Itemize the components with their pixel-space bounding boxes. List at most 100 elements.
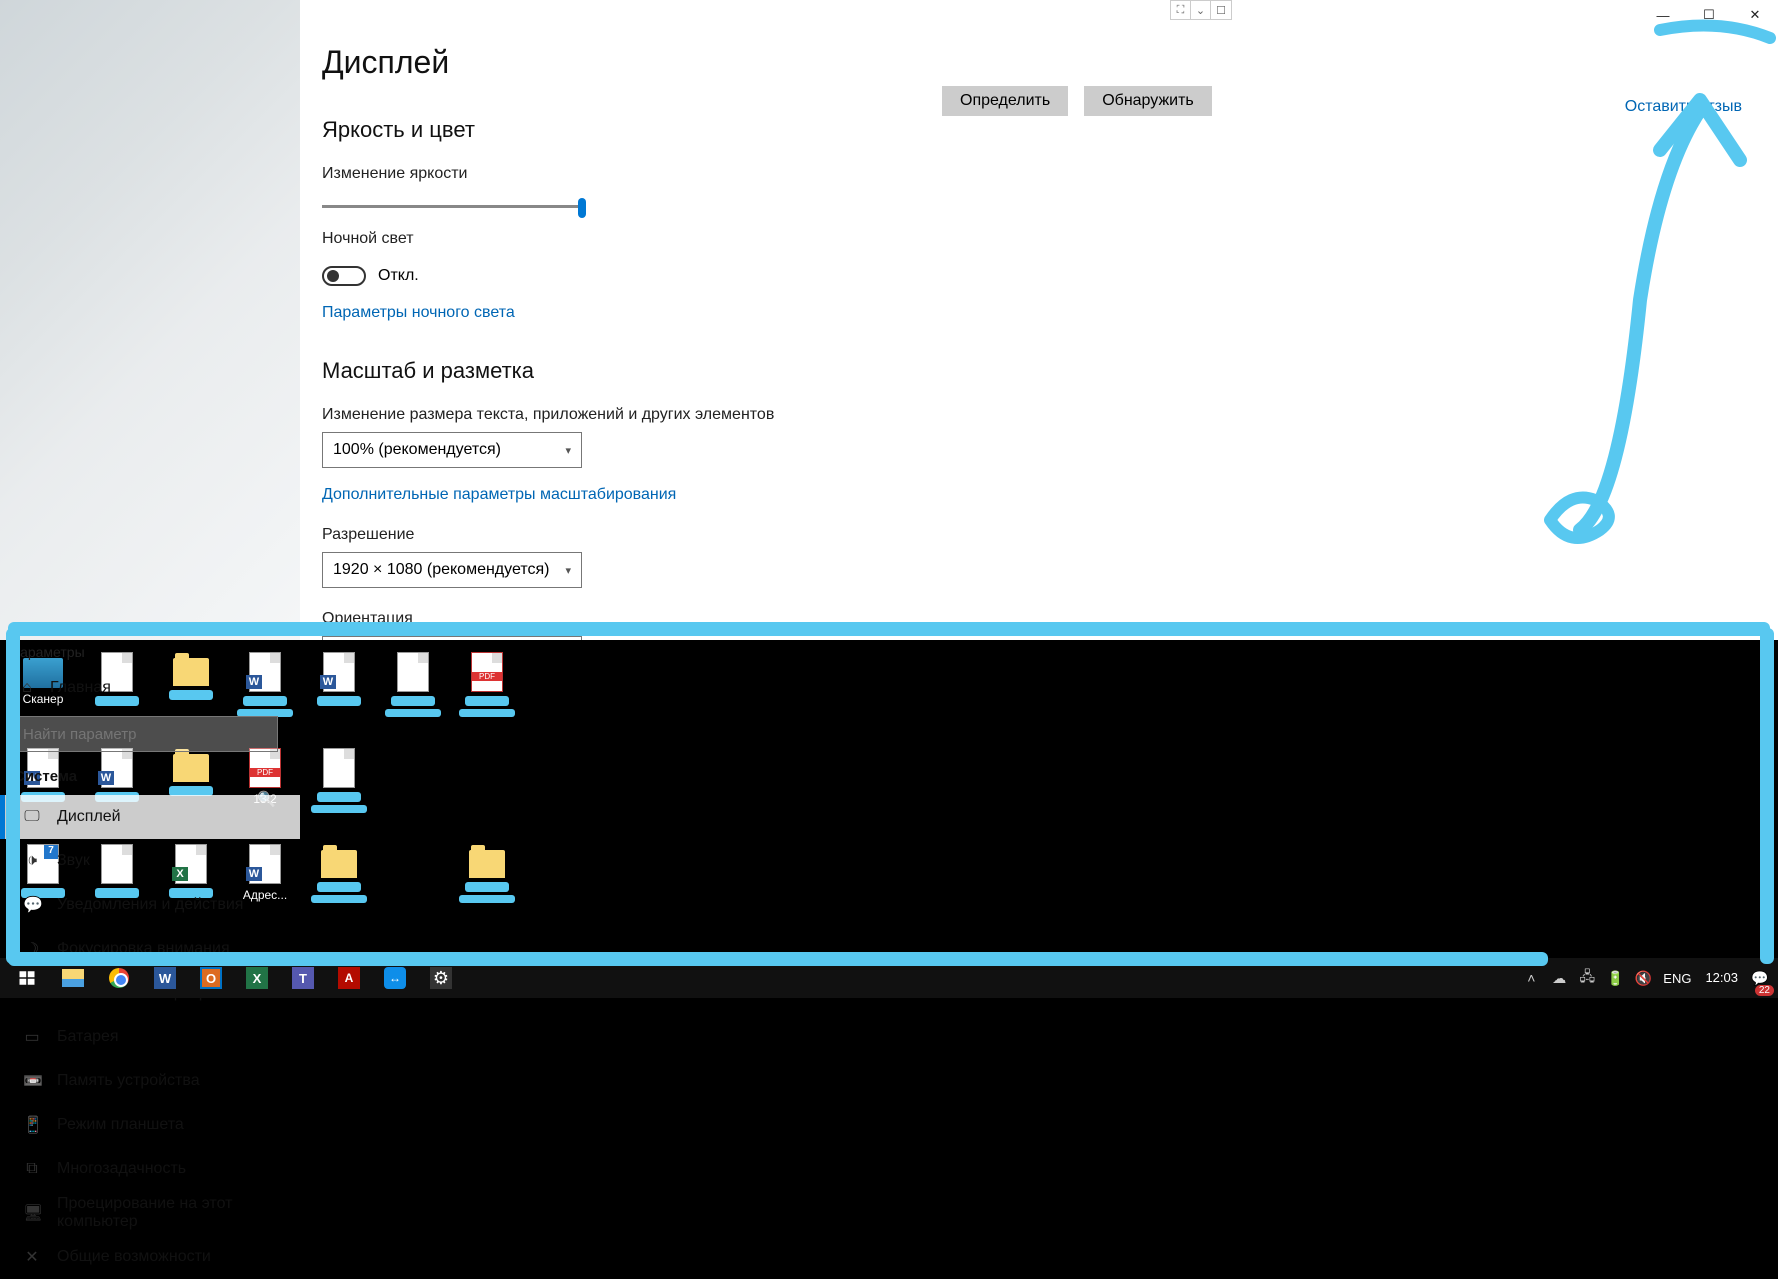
taskbar-explorer[interactable] [50,958,96,998]
word-doc-icon [323,652,355,692]
taskbar-acrobat[interactable]: A [326,958,372,998]
section-scale-heading: Масштаб и разметка [322,358,1778,384]
sidebar-item-notifications[interactable]: 💬 Уведомления и действия [0,883,300,927]
monitor-icon: 🖵 [23,808,41,826]
identify-button[interactable]: Определить [942,86,1068,116]
sidebar-item-shared[interactable]: ✕ Общие возможности [0,1235,300,1279]
tray-network-icon[interactable]: 🖧 [1573,958,1601,998]
sidebar-item-label: Режим планшета [57,1116,184,1134]
acrobat-icon: A [338,967,360,989]
window-title: Параметры [0,640,300,666]
sidebar-item-sound[interactable]: 🕩 Звук [0,839,300,883]
search-wrap: 🔍 [0,710,300,764]
detect-button[interactable]: Обнаружить [1084,86,1212,116]
tray-battery-icon[interactable]: 🔋 [1601,958,1629,998]
taskbar-teamviewer[interactable]: ↔ [372,958,418,998]
nightlight-toggle-row: Откл. [322,266,1778,286]
excel-icon: X [246,967,268,989]
tray-volume-icon[interactable]: 🔇 [1629,958,1657,998]
chat-icon: 💬 [23,895,41,915]
document-icon [323,748,355,788]
snap-cell[interactable]: ☐ [1211,1,1231,19]
sidebar-item-label: Уведомления и действия [57,896,243,914]
advanced-scaling-link[interactable]: Дополнительные параметры масштабирования [322,486,676,504]
sidebar-item-label: Память устройства [57,1072,200,1090]
desktop-icon-folder[interactable] [306,844,372,938]
battery-icon: ▭ [23,1027,41,1047]
sidebar-item-label: Батарея [57,1028,119,1046]
chrome-icon [109,968,129,988]
nightlight-label: Ночной свет [322,230,1778,248]
maximize-button[interactable]: ☐ [1686,0,1732,30]
taskbar-outlook[interactable]: O [188,958,234,998]
sidebar-item-label: Многозадачность [57,1160,186,1178]
minimize-button[interactable]: — [1640,0,1686,30]
main-content: ⛶ ⌄ ☐ — ☐ ✕ Дисплей Определить Обнаружит… [300,0,1778,640]
word-icon: W [154,967,176,989]
project-icon: 🖥 [23,1203,41,1223]
nightlight-settings-link[interactable]: Параметры ночного света [322,304,515,322]
taskbar: W O X T A ↔ ⚙ ˄ ☁ 🖧 🔋 🔇 ENG 12:03 💬 22 [0,958,1778,998]
file-explorer-icon [62,969,84,987]
toggle-knob [327,270,339,282]
tray-clock[interactable]: 12:03 [1697,971,1746,985]
taskbar-chrome[interactable] [96,958,142,998]
redacted-label [459,895,515,903]
tray-chevron[interactable]: ˄ [1517,958,1545,998]
sidebar-home-label: Главная [50,679,111,697]
folder-icon [469,850,505,878]
snap-cell[interactable]: ⛶ [1171,1,1191,19]
desktop-icon-folder[interactable] [454,844,520,938]
redacted-label [311,895,367,903]
desktop-icon-word[interactable] [306,652,372,746]
multitask-icon: ⧉ [23,1160,41,1178]
outlook-icon: O [200,967,222,989]
brightness-slider[interactable] [322,205,582,208]
sidebar-home[interactable]: ⌂ Главная [0,666,300,710]
redacted-label [385,709,441,717]
desktop-icon-pdf[interactable] [454,652,520,746]
brightness-label: Изменение яркости [322,165,1778,183]
taskbar-excel[interactable]: X [234,958,280,998]
sidebar-item-label: Звук [57,852,90,870]
redacted-label [465,882,509,892]
sidebar-item-multitask[interactable]: ⧉ Многозадачность [0,1147,300,1191]
speaker-icon: 🕩 [23,852,41,870]
tray-onedrive-icon[interactable]: ☁ [1545,958,1573,998]
sidebar-item-tablet[interactable]: 📱 Режим планшета [0,1103,300,1147]
search-input[interactable] [12,716,278,752]
chevron-down-icon: ▾ [565,444,571,457]
redacted-label [391,696,435,706]
sidebar-item-battery[interactable]: ▭ Батарея [0,1015,300,1059]
tray-language[interactable]: ENG [1657,971,1697,986]
slider-thumb[interactable] [578,198,586,218]
sidebar-item-projection[interactable]: 🖥 Проецирование на этот компьютер [0,1191,300,1235]
sidebar-item-storage[interactable]: 📼 Память устройства [0,1059,300,1103]
sidebar-heading: Система [0,764,300,795]
pdf-icon [471,652,503,692]
taskbar-teams[interactable]: T [280,958,326,998]
sidebar-backdrop [0,0,300,640]
scale-label: Изменение размера текста, приложений и д… [322,406,1778,424]
sidebar-item-display[interactable]: 🖵 Дисплей [0,795,300,839]
desktop-icon-doc[interactable] [306,748,372,842]
start-button[interactable] [4,958,50,998]
section-brightness-heading: Яркость и цвет [322,117,1778,143]
moon-icon: ☽ [23,939,41,959]
notification-badge: 22 [1755,985,1774,996]
feedback-link[interactable]: Оставить отзыв [1625,98,1742,116]
dropdown-value: 100% (рекомендуется) [333,441,501,459]
sidebar-item-label: Общие возможности [57,1248,211,1266]
gear-icon: ⚙ [430,967,452,989]
nightlight-toggle[interactable] [322,266,366,286]
redacted-label [465,696,509,706]
taskbar-settings[interactable]: ⚙ [418,958,464,998]
resolution-dropdown[interactable]: 1920 × 1080 (рекомендуется) ▾ [322,552,582,588]
sidebar: Параметры ⌂ Главная 🔍 Система 🖵 Дисплей … [0,0,300,640]
desktop-icon-doc[interactable] [380,652,446,746]
scale-dropdown[interactable]: 100% (рекомендуется) ▾ [322,432,582,468]
snap-layout-widget[interactable]: ⛶ ⌄ ☐ [1170,0,1232,20]
snap-cell[interactable]: ⌄ [1191,1,1211,19]
taskbar-word[interactable]: W [142,958,188,998]
close-button[interactable]: ✕ [1732,0,1778,30]
